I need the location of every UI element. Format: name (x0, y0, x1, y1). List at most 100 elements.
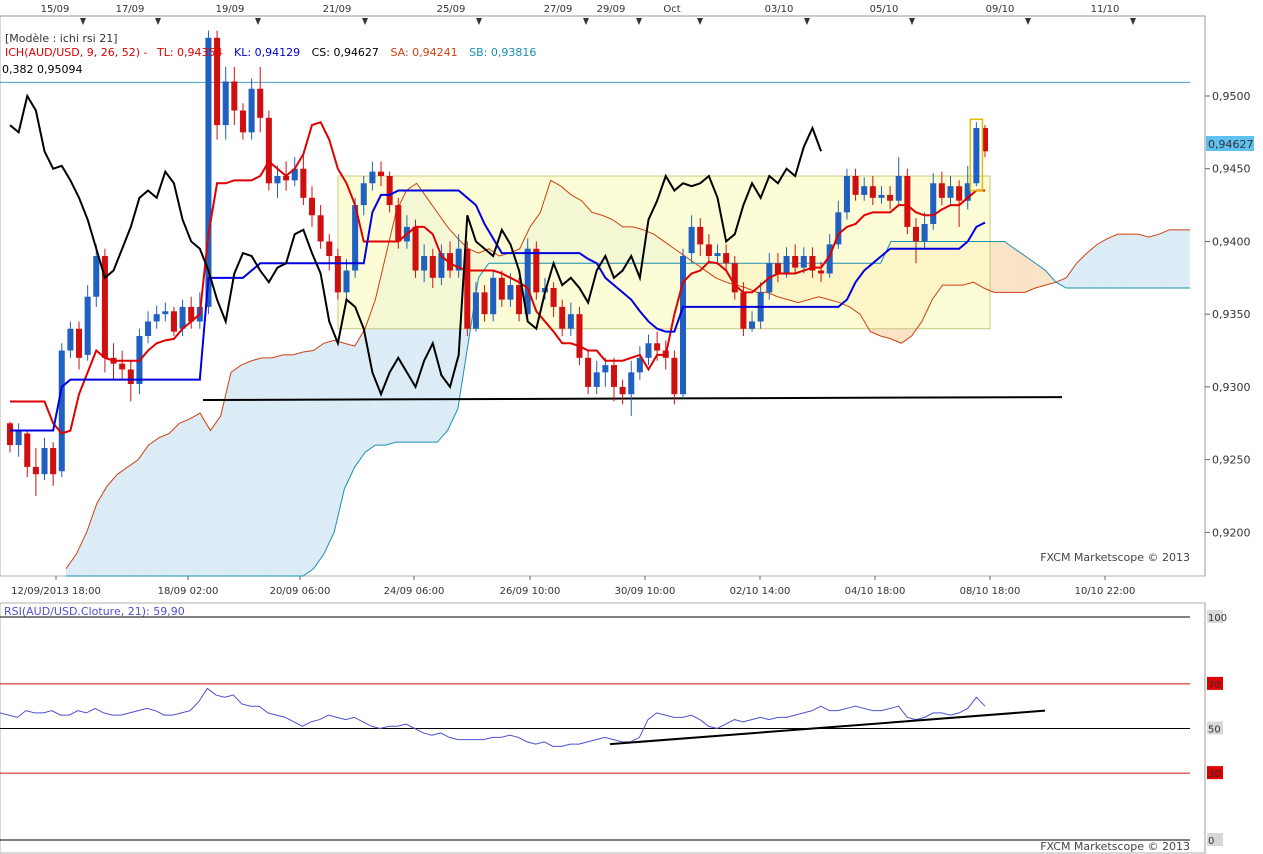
kumo-segment (282, 354, 293, 576)
candle-body (567, 314, 574, 329)
candle-body (671, 357, 678, 395)
kumo-segment (261, 357, 273, 576)
price-tag: 0,94627 (1208, 138, 1254, 151)
candle-body (412, 226, 419, 271)
top-date-label: 15/09 (41, 4, 70, 15)
candle-body (895, 176, 902, 201)
candle-body (472, 292, 479, 329)
candle-body (610, 365, 618, 387)
candle-body (818, 270, 825, 274)
top-date-label: 21/09 (323, 4, 352, 15)
kumo-segment (1128, 234, 1139, 288)
time-label: 02/10 14:00 (730, 586, 791, 597)
kumo-segment (1148, 234, 1160, 288)
candle-body (749, 321, 756, 329)
candle-body (300, 168, 307, 198)
candle-body (887, 194, 894, 201)
legend-sb: SB: 0,93816 (469, 46, 536, 59)
candle-body (714, 253, 721, 256)
candle-body (792, 256, 799, 268)
candle-body (904, 176, 911, 227)
rsi-level-label: 0 (1208, 836, 1214, 847)
candle-body (723, 253, 730, 264)
legend-kl: KL: 0,94129 (234, 46, 300, 59)
candle-body (973, 128, 980, 184)
time-label: 30/09 10:00 (615, 586, 676, 597)
candle-body (861, 186, 868, 195)
candle-body (231, 81, 238, 111)
kumo-segment (1097, 238, 1108, 288)
candle-body (395, 205, 402, 242)
kumo-segment (1138, 234, 1149, 288)
kumo-segment (1169, 229, 1180, 288)
kumo-segment (138, 445, 149, 576)
kumo-segment (292, 352, 304, 576)
candle-body (774, 263, 781, 274)
candle-body (274, 176, 281, 184)
candle-body (429, 256, 436, 278)
top-date-label: 03/10 (765, 4, 794, 15)
price-tick-label: 0,9400 (1212, 235, 1251, 248)
legend-ich: ICH(AUD/USD, 9, 26, 52) - (5, 46, 148, 59)
candle-body (93, 256, 100, 297)
candle-body (326, 241, 333, 256)
candle-body (343, 270, 350, 293)
candle-body (654, 343, 661, 351)
kumo-segment (148, 437, 159, 576)
candle-body (740, 292, 747, 329)
kumo-segment (344, 343, 355, 489)
candle-body (585, 357, 592, 387)
rsi-level-label: 70 (1208, 680, 1221, 691)
candle-body (24, 433, 31, 467)
kumo-segment (313, 343, 324, 569)
candle-body (239, 110, 246, 133)
candle-body (248, 88, 255, 133)
candle-body (498, 277, 505, 300)
top-date-label: 11/10 (1091, 4, 1120, 15)
candle-body (145, 321, 152, 336)
candle-body (179, 306, 186, 329)
kumo-segment (1004, 241, 1015, 293)
time-label: 08/10 18:00 (960, 586, 1021, 597)
candle-body (119, 363, 126, 370)
candle-body (705, 244, 712, 256)
top-date-label: 05/10 (870, 4, 899, 15)
fib-label: 0,382 0,95094 (2, 63, 82, 76)
brand-main: FXCM Marketscope © 2013 (1040, 551, 1190, 564)
candle-body (50, 448, 57, 475)
candle-body (559, 306, 566, 329)
top-date-label: 17/09 (116, 4, 145, 15)
kumo-segment (200, 413, 211, 576)
chart-window[interactable]: 15/09 17/09 19/09 21/09 25/09 27/09 29/09 Oct 03… (0, 0, 1263, 854)
candle-body (265, 117, 272, 184)
candle-body (360, 183, 367, 206)
legend-cs: CS: 0,94627 (312, 46, 379, 59)
candle-body (912, 226, 919, 242)
rsi-level-label: 30 (1208, 769, 1221, 780)
time-label: 10/10 22:00 (1075, 586, 1136, 597)
candle-body (550, 288, 557, 307)
candle-body (369, 171, 376, 184)
top-date-label: 09/10 (986, 4, 1015, 15)
candle-body (679, 256, 687, 395)
kumo-segment (107, 474, 118, 576)
candle-body (58, 350, 65, 472)
candle-body (76, 328, 83, 358)
candle-body (697, 226, 704, 245)
candle-body (938, 183, 945, 198)
candle-body (533, 248, 540, 293)
top-date-label: 29/09 (597, 4, 626, 15)
candle-body (377, 171, 385, 176)
candle-body (645, 343, 652, 358)
kumo-segment (323, 340, 335, 555)
top-date-label: 25/09 (437, 4, 466, 15)
candle-body (800, 256, 807, 268)
time-label: 12/09/2013 18:00 (11, 586, 101, 597)
candle-body (576, 314, 583, 358)
time-label: 20/09 06:00 (270, 586, 331, 597)
candle-body (507, 285, 514, 300)
candle-body (852, 176, 859, 195)
candle-body (334, 256, 341, 293)
kumo-segment (1117, 234, 1129, 288)
top-date-label: 27/09 (544, 4, 573, 15)
